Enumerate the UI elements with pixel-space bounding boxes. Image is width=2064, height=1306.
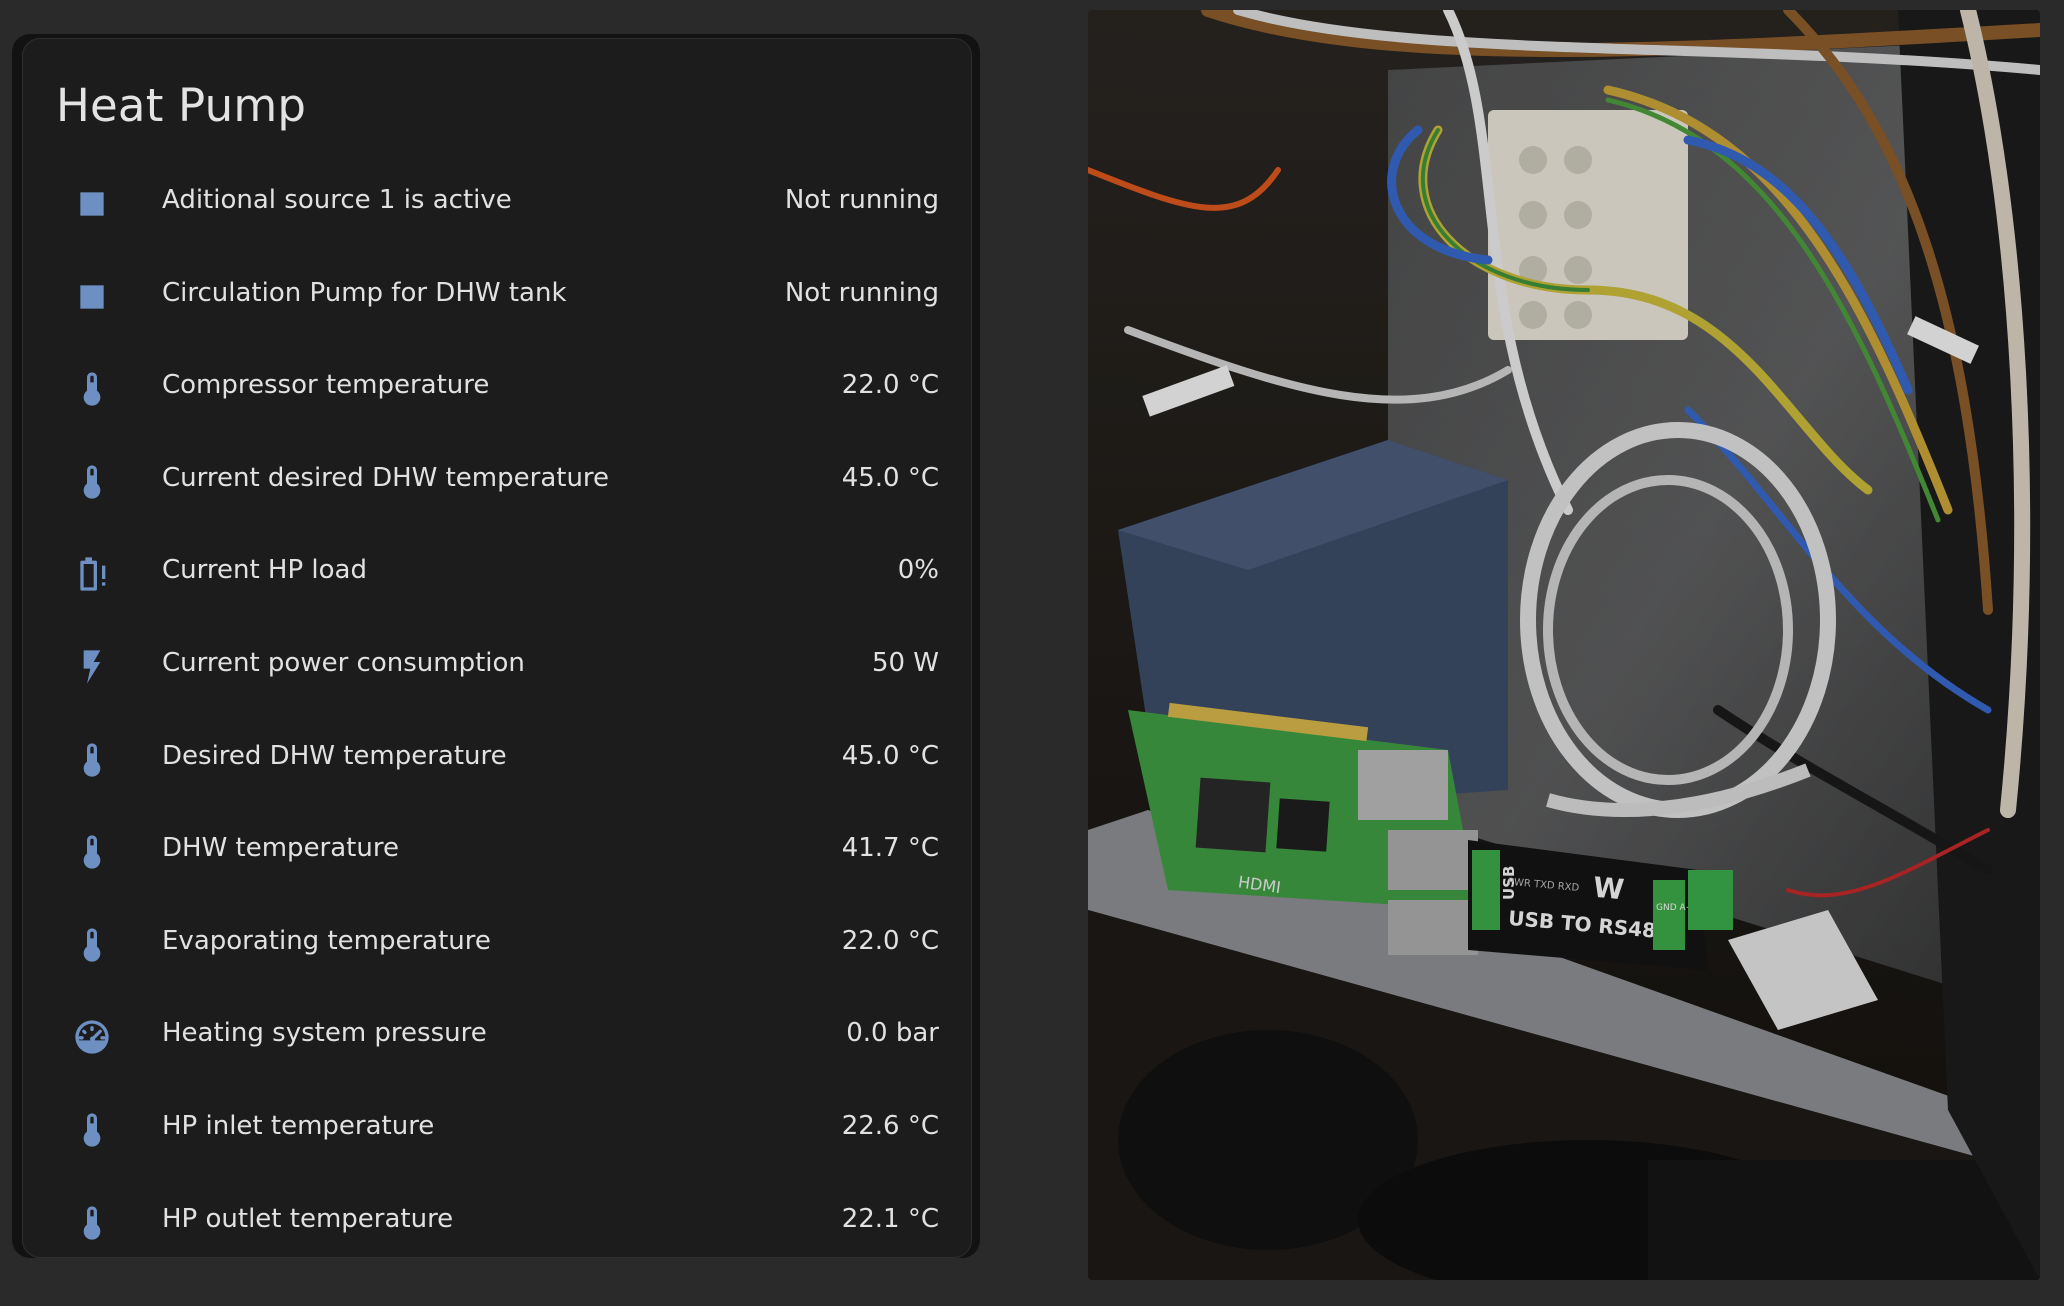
- entity-state: 0%: [897, 555, 939, 586]
- entity-row[interactable]: Current desired DHW temperature 45.0 °C: [23, 435, 971, 528]
- entity-row[interactable]: Aditional source 1 is active Not running: [23, 157, 971, 250]
- entity-row[interactable]: Circulation Pump for DHW tank Not running: [23, 250, 971, 343]
- entity-state: Not running: [784, 185, 939, 215]
- entity-state: 22.1 °C: [841, 1203, 939, 1234]
- entity-row[interactable]: Heating system pressure 0.0 bar: [23, 990, 971, 1083]
- square-icon: [69, 274, 115, 320]
- entity-row[interactable]: Desired DHW temperature 45.0 °C: [23, 713, 971, 806]
- entity-name[interactable]: Aditional source 1 is active: [162, 185, 512, 215]
- entity-name[interactable]: HP outlet temperature: [162, 1204, 453, 1234]
- heat-pump-wiring-photo: HDMI USB PWR TXD RXD W USB TO RS485 GND …: [1088, 10, 2040, 1280]
- card-title: Heat Pump: [56, 79, 307, 132]
- entity-row[interactable]: Current HP load 0%: [23, 527, 971, 620]
- entity-row[interactable]: Compressor temperature 22.0 °C: [23, 342, 971, 435]
- entity-state: 22.0 °C: [841, 370, 939, 401]
- entity-state: 45.0 °C: [841, 740, 939, 771]
- entity-row[interactable]: Evaporating temperature 22.0 °C: [23, 898, 971, 991]
- entity-name[interactable]: Current HP load: [162, 555, 367, 585]
- entity-state: 41.7 °C: [841, 833, 939, 864]
- thermometer-icon: [69, 459, 115, 505]
- entity-state: 22.0 °C: [841, 925, 939, 956]
- entity-row[interactable]: Current power consumption 50 W: [23, 620, 971, 713]
- entity-state: Not running: [784, 277, 939, 308]
- entity-name[interactable]: Circulation Pump for DHW tank: [162, 278, 567, 308]
- thermometer-icon: [69, 922, 115, 968]
- entity-state: 45.0 °C: [841, 462, 939, 493]
- thermometer-icon: [69, 1107, 115, 1153]
- thermometer-icon: [69, 366, 115, 412]
- entity-name[interactable]: Compressor temperature: [162, 370, 489, 400]
- entity-name[interactable]: Desired DHW temperature: [162, 741, 507, 771]
- gauge-icon: [69, 1014, 115, 1060]
- entity-state: 22.6 °C: [841, 1110, 939, 1141]
- entity-name[interactable]: DHW temperature: [162, 833, 399, 863]
- entity-name[interactable]: Current desired DHW temperature: [162, 463, 609, 493]
- entity-row[interactable]: DHW temperature 41.7 °C: [23, 805, 971, 898]
- screenshot: Heat Pump Aditional source 1 is active No…: [0, 0, 2064, 1306]
- entity-state: 50 W: [871, 647, 939, 678]
- heat-pump-card: Heat Pump Aditional source 1 is active No…: [22, 38, 972, 1258]
- entity-name[interactable]: Evaporating temperature: [162, 926, 491, 956]
- entity-state: 0.0 bar: [846, 1018, 939, 1049]
- square-icon: [69, 181, 115, 227]
- entity-name[interactable]: Heating system pressure: [162, 1018, 487, 1048]
- lightning-bolt-icon: [69, 644, 115, 690]
- entity-list: Aditional source 1 is active Not running C…: [23, 157, 971, 1257]
- battery-alert-icon: [69, 551, 115, 597]
- entity-name[interactable]: Current power consumption: [162, 648, 525, 678]
- entity-row[interactable]: HP inlet temperature 22.6 °C: [23, 1083, 971, 1176]
- thermometer-icon: [69, 737, 115, 783]
- entity-row[interactable]: HP outlet temperature 22.1 °C: [23, 1176, 971, 1257]
- thermometer-icon: [69, 1200, 115, 1246]
- entity-name[interactable]: HP inlet temperature: [162, 1111, 434, 1141]
- thermometer-icon: [69, 829, 115, 875]
